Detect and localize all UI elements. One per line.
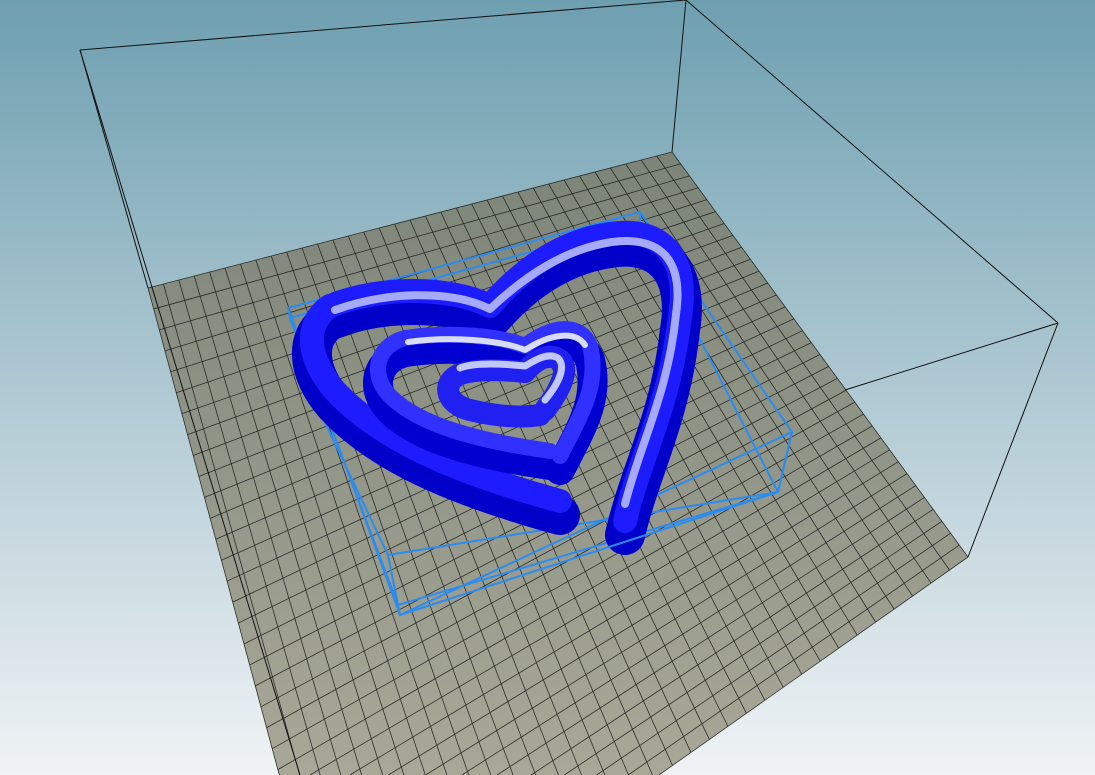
3d-viewport[interactable] [0,0,1095,775]
